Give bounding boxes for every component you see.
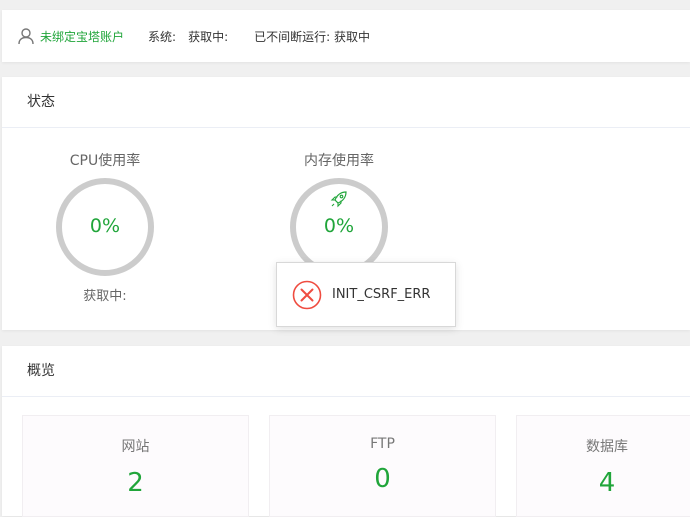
bind-account-link[interactable]: 未绑定宝塔账户 [40,28,124,45]
card-value[interactable]: 2 [23,468,248,498]
overview-panel-title: 概览 [2,346,690,397]
status-panel-title: 状态 [2,77,690,128]
card-label: FTP [370,436,395,452]
error-toast: INIT_CSRF_ERR [276,262,456,327]
card-label: 网站 [121,439,150,455]
cpu-gauge-title: CPU使用率 [69,153,141,169]
user-icon [16,26,36,46]
system-value: 获取中: [188,29,229,44]
overview-panel: 概览 网站 2 FTP 0 数据库 4 [2,346,690,517]
cpu-ring[interactable]: 0% [55,177,155,277]
error-message: INIT_CSRF_ERR [332,287,431,302]
memory-gauge: 内存使用率 0% [279,151,399,277]
top-info-bar: 未绑定宝塔账户 系统: 获取中: 已不间断运行: 获取中 [2,10,690,62]
memory-gauge-title: 内存使用率 [304,153,374,169]
system-label: 系统: [148,29,177,44]
card-label: 数据库 [586,439,628,455]
error-circle-icon [292,280,322,310]
cpu-footer: 获取中: [83,289,127,304]
card-value[interactable]: 0 [270,464,495,494]
cpu-gauge: CPU使用率 0% 获取中: [45,151,165,304]
uptime-text: 已不间断运行: 获取中 [254,29,370,44]
overview-card-website[interactable]: 网站 2 [22,415,249,517]
overview-card-ftp[interactable]: FTP 0 [269,415,496,517]
cpu-percent: 0% [89,215,121,237]
overview-card-database[interactable]: 数据库 4 [516,415,690,517]
rocket-icon[interactable] [329,189,349,209]
memory-percent: 0% [323,215,355,237]
card-value[interactable]: 4 [517,468,690,498]
